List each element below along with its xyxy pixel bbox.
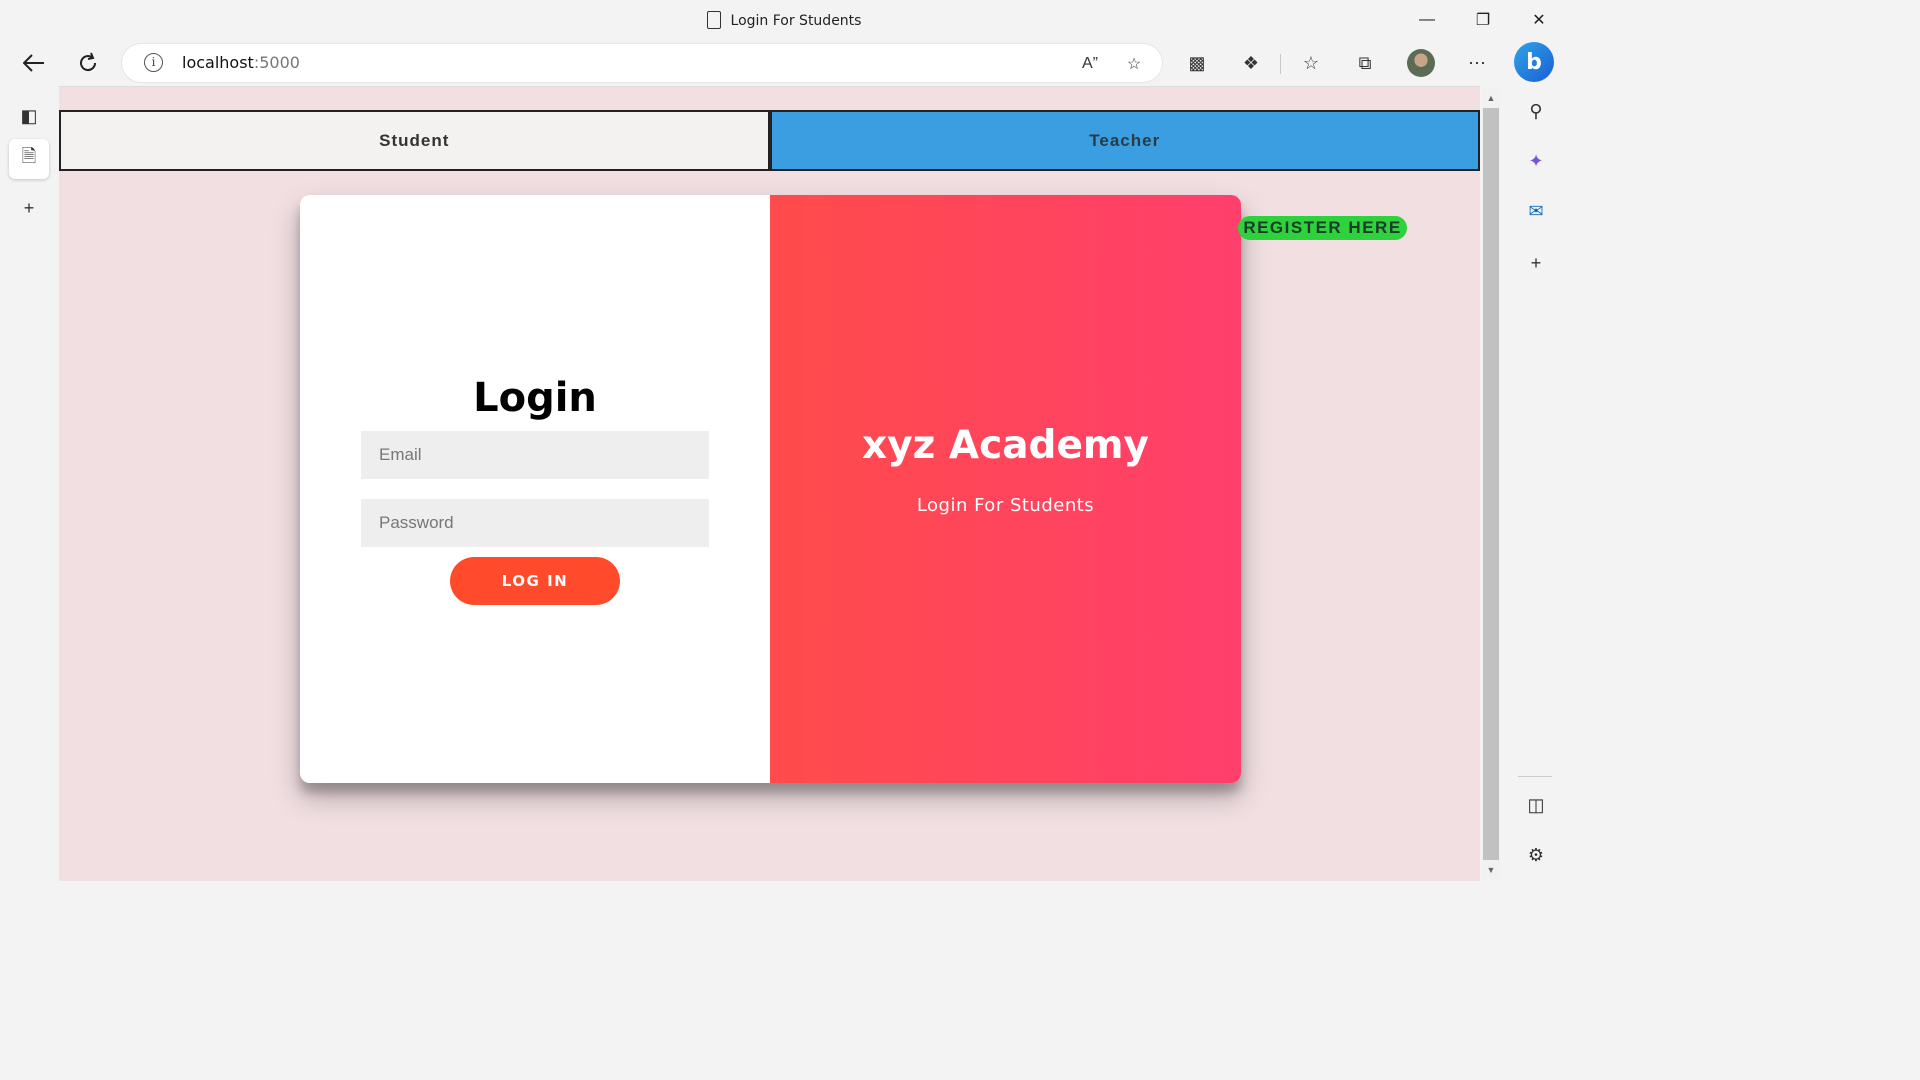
browser-toolbar: i localhost:5000 A” ☆ ▩ ❖ ☆ ⧉ ⋯ b [0, 40, 1568, 86]
profile-avatar[interactable] [1404, 47, 1438, 79]
bing-copilot-icon[interactable]: b [1514, 42, 1554, 82]
browser-titlebar: Login For Students — ❐ ✕ [0, 0, 1568, 40]
close-window-button[interactable]: ✕ [1511, 0, 1567, 40]
minimize-button[interactable]: — [1399, 0, 1455, 40]
hide-sidebar-icon[interactable]: ◫ [1519, 788, 1553, 822]
avatar [1407, 49, 1435, 77]
login-heading: Login [473, 375, 597, 421]
page-scrollbar[interactable]: ▲ ▼ [1482, 88, 1500, 880]
tab-student[interactable]: Student [59, 110, 770, 171]
window-title: Login For Students [0, 11, 1568, 29]
window-title-text: Login For Students [730, 13, 862, 29]
academy-title: xyz Academy [862, 423, 1149, 468]
vertical-tabs-sidebar: ◧ 🗎 + [0, 86, 58, 882]
collections-icon[interactable]: ⧉ [1348, 47, 1382, 79]
restore-button[interactable]: ❐ [1455, 0, 1511, 40]
login-card: Login LOG IN xyz Academy Login For Stude… [300, 195, 1241, 783]
performance-icon[interactable]: ▩ [1180, 47, 1214, 79]
password-field[interactable] [361, 499, 709, 547]
scrollbar-thumb[interactable] [1483, 108, 1499, 860]
sidebar-divider [1518, 776, 1552, 777]
more-options-icon[interactable]: ⋯ [1460, 47, 1494, 79]
settings-gear-icon[interactable]: ⚙ [1519, 838, 1553, 872]
favorites-icon[interactable]: ☆ [1294, 47, 1328, 79]
scroll-down-icon[interactable]: ▼ [1482, 862, 1500, 878]
address-bar[interactable]: i localhost:5000 A” ☆ [122, 44, 1162, 82]
scroll-up-icon[interactable]: ▲ [1482, 90, 1500, 106]
toolbar-divider [1280, 54, 1281, 74]
role-tabs: Student Teacher [59, 110, 1480, 171]
register-button[interactable]: REGISTER HERE [1238, 216, 1407, 240]
add-favorite-icon[interactable]: ☆ [1122, 52, 1146, 76]
current-tab-icon[interactable]: 🗎 [9, 139, 49, 179]
login-button[interactable]: LOG IN [450, 557, 620, 605]
tab-actions-icon[interactable]: ◧ [9, 96, 49, 136]
site-info-icon[interactable]: i [144, 53, 163, 72]
tab-teacher[interactable]: Teacher [769, 110, 1480, 171]
page-icon [706, 11, 721, 29]
academy-subtitle: Login For Students [916, 495, 1095, 516]
read-aloud-icon[interactable]: A” [1078, 52, 1102, 76]
copilot-icon[interactable]: ✦ [1519, 144, 1553, 178]
extensions-icon[interactable]: ❖ [1234, 47, 1268, 79]
page-viewport: Student Teacher Login LOG IN xyz Academy… [59, 86, 1480, 881]
url-text[interactable]: localhost:5000 [182, 53, 300, 72]
email-field[interactable] [361, 431, 709, 479]
edge-sidebar: ⚲ ✦ ✉ + ◫ ⚙ [1502, 86, 1568, 882]
new-tab-icon[interactable]: + [9, 188, 49, 228]
add-sidebar-app-icon[interactable]: + [1519, 246, 1553, 280]
login-form-panel: Login LOG IN [300, 195, 770, 783]
outlook-icon[interactable]: ✉ [1519, 194, 1553, 228]
search-icon[interactable]: ⚲ [1519, 94, 1553, 128]
back-icon[interactable] [17, 46, 51, 80]
refresh-icon[interactable] [71, 46, 105, 80]
overlay-panel: xyz Academy Login For Students [770, 195, 1241, 783]
